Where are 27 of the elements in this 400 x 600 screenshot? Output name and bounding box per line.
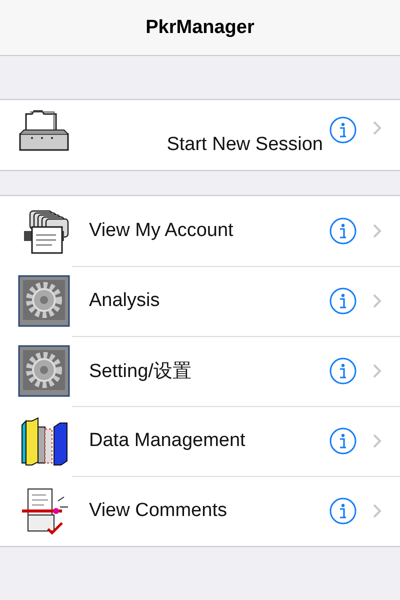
menu-row[interactable]: View My Account <box>0 196 400 266</box>
menu-row[interactable]: Data Management <box>0 406 400 476</box>
menu-row[interactable]: Analysis <box>0 266 400 336</box>
info-icon[interactable] <box>329 287 357 315</box>
row-label: View My Account <box>88 220 234 242</box>
chevron-icon <box>372 503 382 519</box>
row-label: Setting/设置 <box>88 360 192 384</box>
chevron-icon <box>372 120 382 136</box>
chevron-icon <box>372 223 382 239</box>
row-label: View Comments <box>88 500 228 522</box>
row-label: Analysis <box>88 290 161 312</box>
gear-icon <box>18 275 70 327</box>
chevron-icon <box>372 363 382 379</box>
menu-row[interactable]: Setting/设置 <box>0 336 400 406</box>
row-label: Data Management <box>88 430 246 452</box>
info-icon[interactable] <box>329 116 357 144</box>
chevron-icon <box>372 293 382 309</box>
info-icon[interactable] <box>329 357 357 385</box>
info-icon[interactable] <box>329 497 357 525</box>
nav-title: PkrManager <box>146 16 254 38</box>
row-label: Start New Session <box>166 134 323 156</box>
menu-row[interactable]: Start New Session <box>0 100 400 170</box>
info-icon[interactable] <box>329 427 357 455</box>
menu-row[interactable]: View Comments <box>0 476 400 546</box>
gear-icon <box>18 345 70 397</box>
chevron-icon <box>372 433 382 449</box>
info-icon[interactable] <box>329 217 357 245</box>
